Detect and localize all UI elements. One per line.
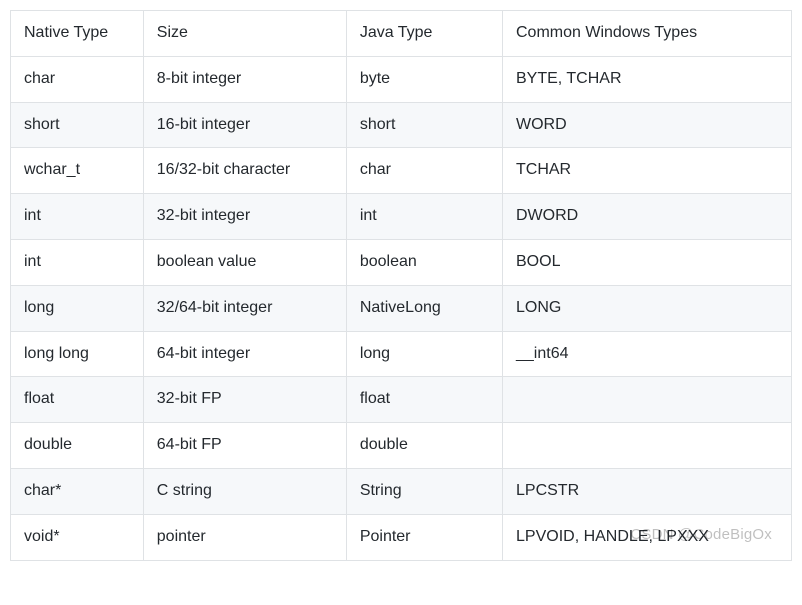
cell-java: short	[346, 102, 502, 148]
table-row: long long 64-bit integer long __int64	[11, 331, 792, 377]
cell-size: pointer	[143, 514, 346, 560]
cell-size: boolean value	[143, 239, 346, 285]
table-row: short 16-bit integer short WORD	[11, 102, 792, 148]
cell-native: long	[11, 285, 144, 331]
cell-native: double	[11, 423, 144, 469]
cell-size: 64-bit FP	[143, 423, 346, 469]
table-row: int boolean value boolean BOOL	[11, 239, 792, 285]
cell-java: long	[346, 331, 502, 377]
cell-size: 64-bit integer	[143, 331, 346, 377]
cell-java: int	[346, 194, 502, 240]
cell-windows	[503, 377, 792, 423]
cell-size: 32/64-bit integer	[143, 285, 346, 331]
table-row: double 64-bit FP double	[11, 423, 792, 469]
col-header-native: Native Type	[11, 11, 144, 57]
cell-windows: TCHAR	[503, 148, 792, 194]
cell-native: int	[11, 239, 144, 285]
type-mapping-table: Native Type Size Java Type Common Window…	[10, 10, 792, 561]
cell-native: wchar_t	[11, 148, 144, 194]
table-row: void* pointer Pointer LPVOID, HANDLE, LP…	[11, 514, 792, 560]
table-row: int 32-bit integer int DWORD	[11, 194, 792, 240]
cell-native: int	[11, 194, 144, 240]
cell-native: long long	[11, 331, 144, 377]
cell-windows: LONG	[503, 285, 792, 331]
cell-java: float	[346, 377, 502, 423]
cell-windows: LPVOID, HANDLE, LPXXX	[503, 514, 792, 560]
table-row: char 8-bit integer byte BYTE, TCHAR	[11, 56, 792, 102]
cell-windows: DWORD	[503, 194, 792, 240]
cell-java: Pointer	[346, 514, 502, 560]
cell-java: char	[346, 148, 502, 194]
cell-java: String	[346, 468, 502, 514]
col-header-java: Java Type	[346, 11, 502, 57]
cell-java: byte	[346, 56, 502, 102]
cell-native: short	[11, 102, 144, 148]
table-header-row: Native Type Size Java Type Common Window…	[11, 11, 792, 57]
table-row: long 32/64-bit integer NativeLong LONG	[11, 285, 792, 331]
cell-native: char	[11, 56, 144, 102]
cell-windows	[503, 423, 792, 469]
cell-windows: BYTE, TCHAR	[503, 56, 792, 102]
table-row: char* C string String LPCSTR	[11, 468, 792, 514]
cell-windows: __int64	[503, 331, 792, 377]
cell-java: boolean	[346, 239, 502, 285]
cell-java: NativeLong	[346, 285, 502, 331]
cell-size: 16/32-bit character	[143, 148, 346, 194]
cell-native: float	[11, 377, 144, 423]
table-row: float 32-bit FP float	[11, 377, 792, 423]
table-row: wchar_t 16/32-bit character char TCHAR	[11, 148, 792, 194]
cell-windows: LPCSTR	[503, 468, 792, 514]
col-header-size: Size	[143, 11, 346, 57]
cell-java: double	[346, 423, 502, 469]
cell-windows: WORD	[503, 102, 792, 148]
cell-size: 32-bit FP	[143, 377, 346, 423]
cell-size: 8-bit integer	[143, 56, 346, 102]
col-header-windows: Common Windows Types	[503, 11, 792, 57]
cell-size: C string	[143, 468, 346, 514]
cell-windows: BOOL	[503, 239, 792, 285]
cell-size: 16-bit integer	[143, 102, 346, 148]
cell-native: char*	[11, 468, 144, 514]
cell-size: 32-bit integer	[143, 194, 346, 240]
cell-native: void*	[11, 514, 144, 560]
